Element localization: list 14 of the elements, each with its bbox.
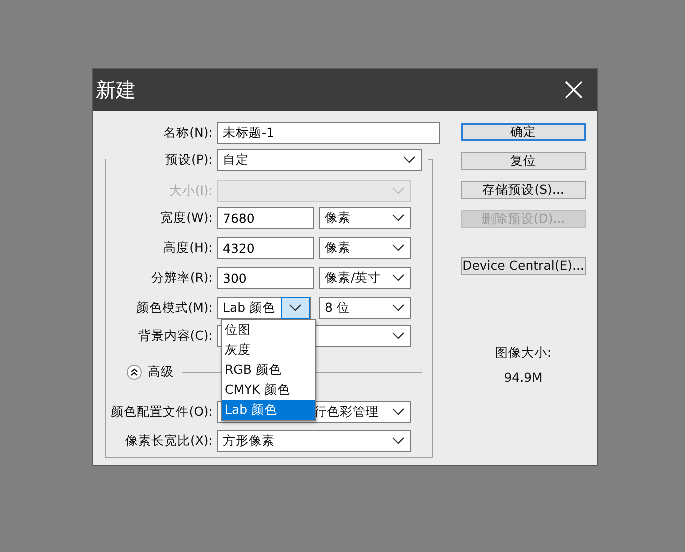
field-label: 分辨率(R): [150,268,214,287]
field-label: 宽度(W): [160,208,214,227]
field-label: 颜色配置文件(O): [110,402,214,421]
field-label: 大小(I): [168,182,214,200]
field-label: 像素长宽比(X): [124,432,214,450]
size-value: 94.9M [503,368,544,387]
section-label: 高级 [148,362,174,381]
field-label: 名称(N): [162,124,214,142]
field-label: 预设(P): [164,150,214,169]
size-label: 图像大小: [494,344,553,362]
field-label: 高度(H): [162,238,214,257]
field-label: 颜色模式(M): [135,298,214,317]
window-title: 新建 [96,77,136,104]
field-label: 背景内容(C): [137,326,214,345]
